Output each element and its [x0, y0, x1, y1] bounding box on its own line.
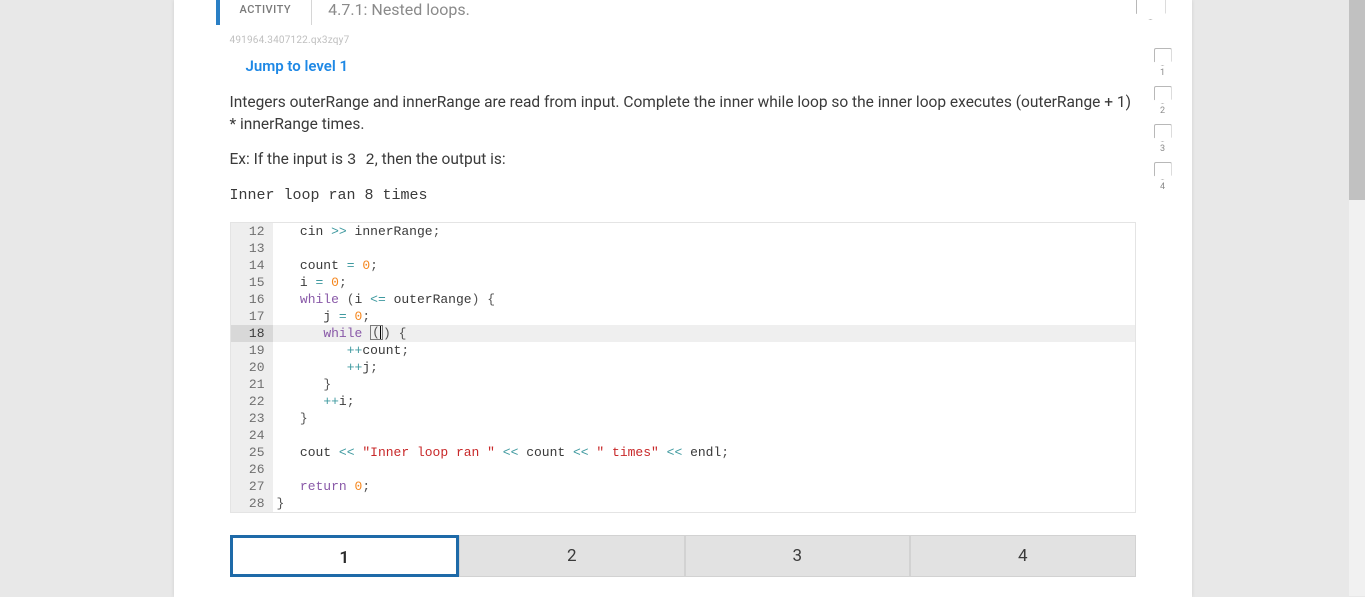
level-number: 2: [1154, 106, 1172, 116]
line-number: 26: [231, 461, 273, 478]
code-line[interactable]: }: [273, 376, 1135, 393]
code-line[interactable]: ++j;: [273, 359, 1135, 376]
line-number: 23: [231, 410, 273, 427]
example-line: Ex: If the input is 3 2, then the output…: [230, 150, 1136, 169]
code-row[interactable]: 25 cout << "Inner loop ran " << count <<…: [231, 444, 1135, 461]
line-number: 25: [231, 444, 273, 461]
jump-to-level-link[interactable]: Jump to level 1: [246, 57, 349, 75]
line-number: 19: [231, 342, 273, 359]
page-container: ACTIVITY 4.7.1: Nested loops. 491964.340…: [174, 0, 1192, 597]
line-number: 15: [231, 274, 273, 291]
activity-title: 4.7.1: Nested loops.: [311, 0, 486, 25]
line-number: 20: [231, 359, 273, 376]
problem-body: 1234 Jump to level 1 Integers outerRange…: [230, 56, 1136, 577]
code-editor[interactable]: 12 cin >> innerRange;1314 count = 0;15 i…: [230, 222, 1136, 513]
code-row[interactable]: 14 count = 0;: [231, 257, 1135, 274]
code-row[interactable]: 12 cin >> innerRange;: [231, 223, 1135, 240]
example-output: Inner loop ran 8 times: [230, 187, 1136, 204]
code-row[interactable]: 16 while (i <= outerRange) {: [231, 291, 1135, 308]
test-level-tab[interactable]: 1: [230, 535, 460, 577]
example-prefix: Ex: If the input is: [230, 150, 347, 168]
line-number: 24: [231, 427, 273, 444]
code-row[interactable]: 15 i = 0;: [231, 274, 1135, 291]
code-line[interactable]: [273, 240, 1135, 257]
progress-badge-icon: [1136, 0, 1166, 20]
code-line[interactable]: i = 0;: [273, 274, 1135, 291]
code-line[interactable]: ++i;: [273, 393, 1135, 410]
line-number: 12: [231, 223, 273, 240]
code-line[interactable]: count = 0;: [273, 257, 1135, 274]
code-row[interactable]: 20 ++j;: [231, 359, 1135, 376]
code-row[interactable]: 23 }: [231, 410, 1135, 427]
level-box-icon: [1154, 124, 1172, 142]
code-row[interactable]: 24: [231, 427, 1135, 444]
code-row[interactable]: 27 return 0;: [231, 478, 1135, 495]
level-number: 3: [1154, 144, 1172, 154]
code-line[interactable]: }: [273, 495, 1135, 512]
level-indicator[interactable]: 3: [1154, 124, 1172, 160]
code-line[interactable]: j = 0;: [273, 308, 1135, 325]
level-indicator[interactable]: 2: [1154, 86, 1172, 122]
code-row[interactable]: 17 j = 0;: [231, 308, 1135, 325]
code-line[interactable]: while () {: [273, 325, 1135, 342]
code-row[interactable]: 19 ++count;: [231, 342, 1135, 359]
level-number: 1: [1154, 68, 1172, 78]
code-line[interactable]: while (i <= outerRange) {: [273, 291, 1135, 308]
code-row[interactable]: 21 }: [231, 376, 1135, 393]
page-scrollbar[interactable]: [1349, 0, 1365, 596]
code-line[interactable]: return 0;: [273, 478, 1135, 495]
level-progress-column: 1 2 3 4: [1154, 48, 1172, 198]
test-level-tab[interactable]: 3: [685, 535, 911, 577]
code-row[interactable]: 28}: [231, 495, 1135, 512]
level-number: 4: [1154, 182, 1172, 192]
test-level-tab[interactable]: 2: [459, 535, 685, 577]
example-input: 3 2: [347, 151, 375, 169]
code-line[interactable]: [273, 461, 1135, 478]
line-number: 13: [231, 240, 273, 257]
line-number: 16: [231, 291, 273, 308]
prompt-text: Integers outerRange and innerRange are r…: [230, 91, 1136, 136]
line-number: 28: [231, 495, 273, 512]
code-line[interactable]: cin >> innerRange;: [273, 223, 1135, 240]
code-line[interactable]: }: [273, 410, 1135, 427]
test-level-tabs: 1234: [230, 535, 1136, 577]
level-box-icon: [1154, 48, 1172, 66]
code-row[interactable]: 26: [231, 461, 1135, 478]
code-row[interactable]: 13: [231, 240, 1135, 257]
line-number: 17: [231, 308, 273, 325]
level-indicator[interactable]: 1: [1154, 48, 1172, 84]
code-line[interactable]: ++count;: [273, 342, 1135, 359]
test-level-tab[interactable]: 4: [910, 535, 1136, 577]
line-number: 22: [231, 393, 273, 410]
code-row[interactable]: 18 while () {: [231, 325, 1135, 342]
code-line[interactable]: cout << "Inner loop ran " << count << " …: [273, 444, 1135, 461]
hash-id: 491964.3407122.qx3zqy7: [230, 35, 1192, 46]
line-number: 21: [231, 376, 273, 393]
line-number: 14: [231, 257, 273, 274]
level-box-icon: [1154, 162, 1172, 180]
example-suffix: , then the output is:: [375, 150, 506, 168]
activity-header: ACTIVITY 4.7.1: Nested loops.: [216, 0, 1192, 25]
activity-label: ACTIVITY: [216, 0, 312, 25]
code-row[interactable]: 22 ++i;: [231, 393, 1135, 410]
level-indicator[interactable]: 4: [1154, 162, 1172, 198]
scrollbar-thumb[interactable]: [1349, 0, 1365, 200]
line-number: 27: [231, 478, 273, 495]
line-number: 18: [231, 325, 273, 342]
level-box-icon: [1154, 86, 1172, 104]
code-line[interactable]: [273, 427, 1135, 444]
